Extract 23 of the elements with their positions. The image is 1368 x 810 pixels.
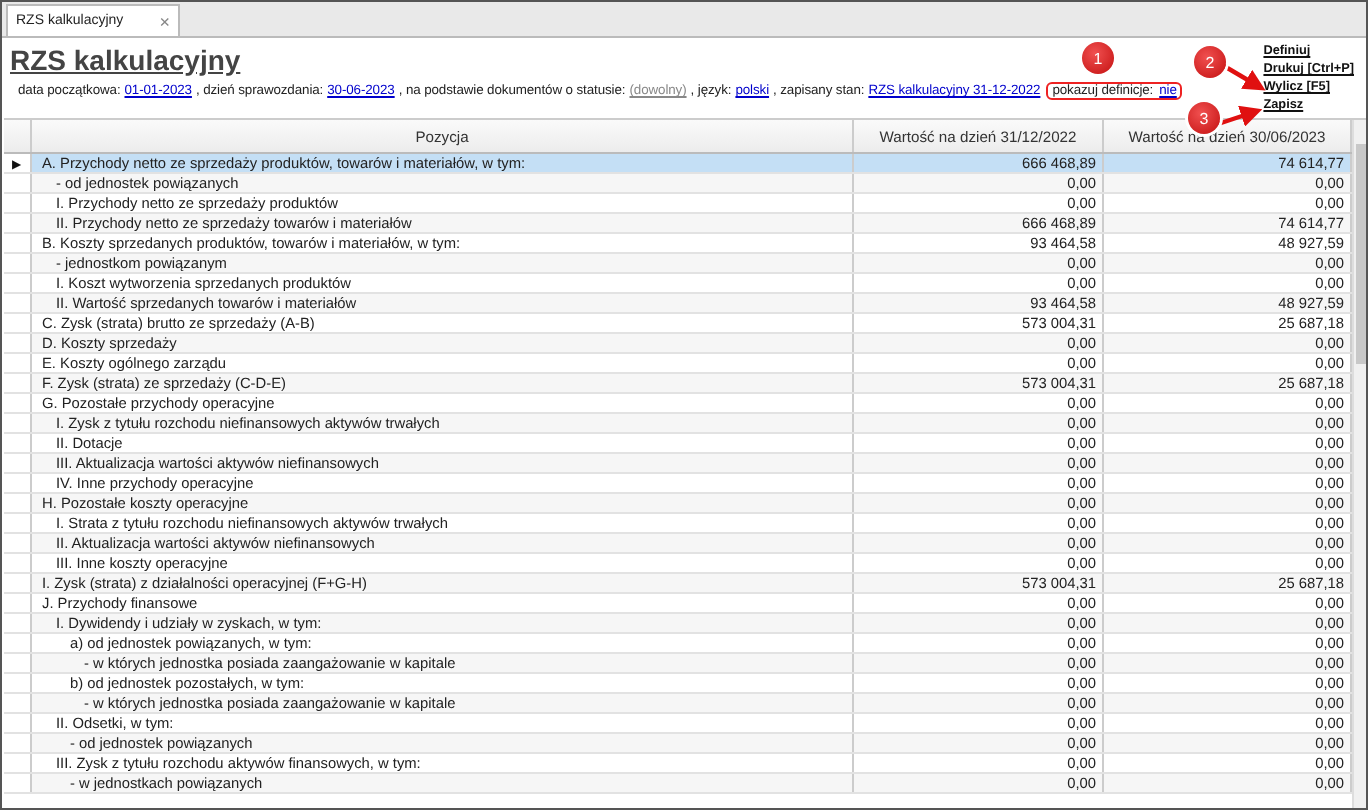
row-marker[interactable] — [4, 774, 32, 792]
report-title: RZS kalkulacyjny — [10, 44, 241, 78]
row-marker[interactable] — [4, 254, 32, 272]
row-marker[interactable] — [4, 694, 32, 712]
row-marker[interactable] — [4, 294, 32, 312]
row-marker[interactable] — [4, 374, 32, 392]
row-marker[interactable] — [4, 574, 32, 592]
annotation-arrow — [1224, 66, 1264, 92]
row-marker[interactable] — [4, 654, 32, 672]
annotation-arrow — [1218, 106, 1262, 126]
row-marker[interactable] — [4, 534, 32, 552]
callout-badge: 3 — [1188, 102, 1220, 134]
callout-badge: 2 — [1194, 46, 1226, 78]
row-marker[interactable] — [4, 174, 32, 192]
row-marker[interactable] — [4, 614, 32, 632]
row-marker[interactable] — [4, 494, 32, 512]
row-marker[interactable] — [4, 454, 32, 472]
row-marker[interactable] — [4, 334, 32, 352]
row-marker[interactable] — [4, 214, 32, 232]
callout-badge: 1 — [1082, 42, 1114, 74]
row-marker[interactable] — [4, 414, 32, 432]
close-icon[interactable]: × — [159, 11, 170, 31]
row-marker[interactable] — [4, 734, 32, 752]
